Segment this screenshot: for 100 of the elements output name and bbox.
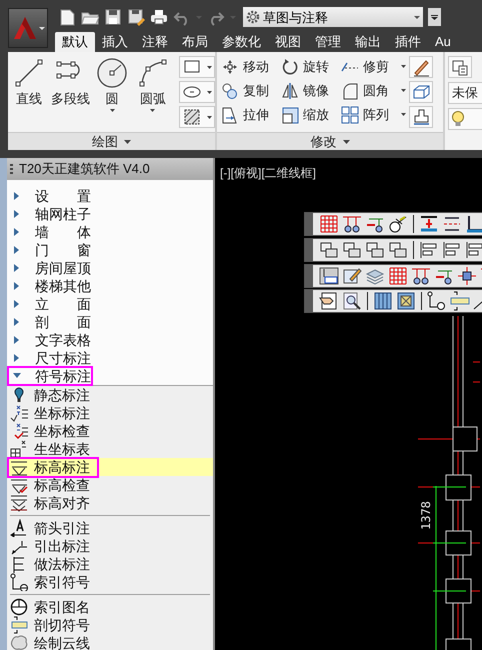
caret-icon	[401, 113, 406, 116]
coordinate-icon	[10, 404, 28, 422]
palette-item[interactable]: 符号标注	[7, 367, 213, 385]
table-icon	[10, 440, 28, 458]
palette-item[interactable]: 设 置	[7, 187, 213, 205]
tool-button[interactable]: 复制	[221, 80, 269, 101]
align-icon[interactable]	[442, 240, 462, 260]
align-icon[interactable]	[465, 240, 482, 260]
palette-item[interactable]: 墙 体	[7, 223, 213, 241]
palette-item[interactable]: 索引图名	[7, 598, 213, 616]
tool-button[interactable]: 圆弧	[130, 56, 176, 132]
tool-button[interactable]: 阵列	[341, 104, 406, 125]
tool-button[interactable]: 修剪	[341, 56, 406, 77]
icon-button[interactable]	[448, 56, 472, 78]
ribbon-tab[interactable]: 插入	[95, 32, 135, 52]
palette-item[interactable]: 立 面	[7, 295, 213, 313]
align-icon[interactable]	[419, 240, 439, 260]
ribbon-tab[interactable]: 视图	[268, 32, 308, 52]
tool-button[interactable]: 圆	[95, 56, 129, 132]
palette-item[interactable]: 生坐标表	[7, 440, 213, 458]
axis-icon[interactable]	[411, 266, 431, 286]
tool-button[interactable]: 缩放	[281, 104, 329, 125]
app-menu-button[interactable]	[8, 8, 48, 48]
palette-item[interactable]: 尺寸标注	[7, 349, 213, 367]
split-button[interactable]	[178, 81, 215, 103]
pencil-icon[interactable]	[342, 266, 362, 286]
tool-button[interactable]: 镜像	[281, 80, 329, 101]
mirror-icon	[281, 82, 299, 100]
viewport-label[interactable]: [-][俯视][二维线框]	[220, 164, 316, 182]
magnifier-icon[interactable]	[342, 291, 362, 311]
caret-down-icon	[13, 372, 21, 380]
palette-item[interactable]: 索引符号	[7, 573, 213, 591]
ribbon-tab[interactable]: 插件	[388, 32, 428, 52]
workspace-dropdown[interactable]: 草图与注释	[243, 7, 423, 27]
tool-button[interactable]: 拉伸	[221, 104, 269, 125]
print-icon[interactable]	[150, 8, 168, 26]
level-icon[interactable]	[419, 214, 439, 234]
windows-icon[interactable]	[365, 240, 385, 260]
ribbon-tab[interactable]: 注释	[135, 32, 175, 52]
palette-item[interactable]: 引出标注	[7, 537, 213, 555]
icon-button[interactable]	[409, 81, 433, 103]
palette-item[interactable]: 坐标检查	[7, 422, 213, 440]
stretch-icon	[221, 106, 239, 124]
fillet-icon	[341, 82, 359, 100]
icon-button[interactable]	[409, 106, 433, 128]
grid-icon[interactable]	[388, 266, 408, 286]
layer-properties-icon	[451, 58, 469, 76]
tool-button[interactable]: 直线	[12, 56, 46, 132]
grip-handle[interactable]	[305, 265, 313, 287]
save-as-icon[interactable]	[127, 8, 145, 26]
grip-handle[interactable]	[305, 213, 313, 235]
ribbon-tab[interactable]: 输出	[348, 32, 388, 52]
grip-handle[interactable]	[305, 290, 313, 312]
wall-icon[interactable]	[465, 214, 482, 234]
new-file-icon[interactable]	[58, 8, 76, 26]
ribbon-tab[interactable]: 默认	[55, 32, 95, 52]
palette-item[interactable]: 标高对齐	[7, 494, 213, 512]
windows-icon[interactable]	[319, 240, 339, 260]
stamp-icon	[412, 108, 430, 126]
tool-button[interactable]: 移动	[221, 56, 269, 77]
layer-field[interactable]: 未保	[448, 82, 482, 104]
palette-item[interactable]: 绘制云线	[7, 634, 213, 650]
palette-item[interactable]: 箭头引注	[7, 519, 213, 537]
grip-handle[interactable]	[305, 239, 313, 261]
palette-item[interactable]: 轴网柱子	[7, 205, 213, 223]
index-symbol-icon[interactable]	[427, 291, 447, 311]
icon-button[interactable]	[409, 56, 433, 78]
palette-item[interactable]: 楼梯其他	[7, 277, 213, 295]
palette-item[interactable]: 剖切符号	[7, 616, 213, 634]
label-icon[interactable]	[388, 214, 408, 234]
section-icon[interactable]	[450, 291, 470, 311]
panel-icon[interactable]	[373, 291, 393, 311]
tool-button[interactable]: 圆角	[341, 80, 406, 101]
palette-item[interactable]: 房间屋顶	[7, 259, 213, 277]
ribbon-tab[interactable]: 管理	[308, 32, 348, 52]
ribbon-tab[interactable]: 布局	[175, 32, 215, 52]
tool-button[interactable]: 旋转	[281, 56, 329, 77]
palette-item[interactable]: 标高检查	[7, 476, 213, 494]
split-button[interactable]	[178, 56, 215, 78]
save-icon[interactable]	[104, 8, 122, 26]
node-icon[interactable]	[457, 266, 477, 286]
table-icon[interactable]	[319, 266, 339, 286]
palette-item[interactable]: 文字表格	[7, 331, 213, 349]
palette-item[interactable]: 门 窗	[7, 241, 213, 259]
axis-icon[interactable]	[342, 214, 362, 234]
customize-button[interactable]	[428, 8, 441, 26]
palette-item[interactable]: 静态标注	[7, 386, 213, 404]
grid-icon[interactable]	[319, 214, 339, 234]
palette-title: T20天正建筑软件 V4.0	[19, 160, 150, 178]
split-button[interactable]	[178, 106, 215, 128]
windows-icon[interactable]	[388, 240, 408, 260]
palette-item[interactable]: 剖 面	[7, 313, 213, 331]
windows-icon[interactable]	[342, 240, 362, 260]
cross-box-icon[interactable]	[396, 291, 416, 311]
ribbon-tab[interactable]: Au	[428, 32, 458, 52]
tool-button[interactable]: 多段线	[46, 56, 94, 132]
palette-item[interactable]: 坐标标注	[7, 404, 213, 422]
ribbon-tab[interactable]: 参数化	[215, 32, 268, 52]
palette-item[interactable]: 做法标注	[7, 555, 213, 573]
palette-item[interactable]: 标高标注	[7, 458, 213, 476]
